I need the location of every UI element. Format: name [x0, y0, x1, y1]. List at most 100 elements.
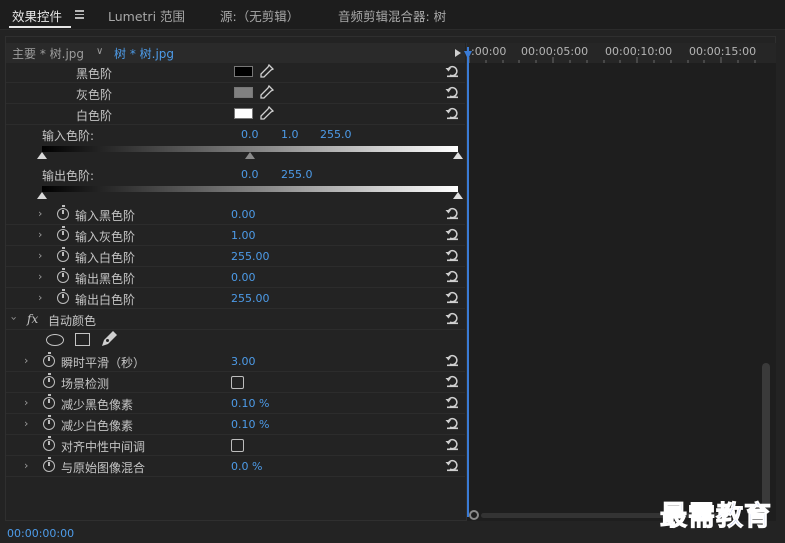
property-row-temporal-smoothing: › 瞬时平滑（秒） 3.00 [6, 351, 465, 372]
property-value[interactable]: 1.00 [231, 229, 256, 242]
chevron-right-icon[interactable]: › [24, 396, 28, 409]
stopwatch-icon[interactable] [43, 394, 55, 409]
effect-timeline[interactable]: :00:00 00:00:05:00 00:00:10:00 00:00:15:… [464, 43, 776, 521]
value-unit: % [252, 460, 263, 473]
property-value[interactable]: 0.00 [231, 208, 256, 221]
chevron-right-icon[interactable]: › [24, 354, 28, 367]
eyedropper-icon[interactable] [260, 106, 274, 120]
fx-badge[interactable]: fx [27, 312, 38, 326]
playhead[interactable] [464, 47, 472, 517]
play-triangle-icon[interactable] [455, 49, 461, 57]
output-levels-gradient [42, 186, 458, 192]
reset-icon[interactable] [445, 206, 459, 220]
property-value[interactable]: 0.00 [231, 271, 256, 284]
stopwatch-icon[interactable] [57, 247, 69, 262]
property-value[interactable]: 3.00 [231, 355, 256, 368]
chevron-right-icon[interactable]: › [38, 207, 42, 220]
property-label: 输入黑色阶 [75, 209, 136, 223]
zoom-handle[interactable] [469, 510, 479, 520]
chevron-right-icon[interactable]: › [24, 417, 28, 430]
black-color-swatch[interactable] [234, 66, 253, 77]
output-white-slider[interactable] [453, 192, 463, 199]
property-label: 输出黑色阶 [75, 272, 136, 286]
value-unit: % [259, 418, 270, 431]
reset-icon[interactable] [445, 248, 459, 262]
property-value[interactable]: 0.10 % [231, 418, 269, 431]
white-color-swatch[interactable] [234, 108, 253, 119]
sequence-clip-label[interactable]: 树 * 树.jpg [114, 45, 174, 62]
chevron-right-icon[interactable]: › [38, 249, 42, 262]
property-value[interactable]: 0.10 % [231, 397, 269, 410]
property-row-white-level: 白色阶 [6, 104, 465, 125]
input-white-value[interactable]: 255.0 [320, 128, 352, 141]
output-white-value[interactable]: 255.0 [281, 168, 313, 181]
property-value[interactable]: 255.00 [231, 250, 270, 263]
reset-icon[interactable] [445, 227, 459, 241]
value-unit: % [259, 397, 270, 410]
gray-color-swatch[interactable] [234, 87, 253, 98]
master-clip-label[interactable]: 主要 * 树.jpg [12, 45, 84, 62]
property-label: 场景检测 [61, 377, 110, 391]
time-ruler[interactable]: :00:00 00:00:05:00 00:00:10:00 00:00:15:… [467, 43, 776, 63]
property-label: 减少黑色像素 [61, 398, 134, 412]
input-gray-value[interactable]: 1.0 [281, 128, 299, 141]
tab-effect-controls[interactable]: 效果控件 [12, 6, 62, 25]
vertical-scrollbar[interactable] [762, 363, 770, 511]
stopwatch-icon[interactable] [57, 268, 69, 283]
reset-icon[interactable] [445, 458, 459, 472]
reset-icon[interactable] [445, 395, 459, 409]
value-number: 0.0 [231, 460, 249, 473]
property-label: 白色阶 [76, 109, 113, 123]
chevron-down-icon[interactable]: ∨ [96, 46, 103, 57]
property-row-scene-detect: 场景检测 [6, 372, 465, 393]
reset-icon[interactable] [445, 311, 459, 325]
pen-mask-icon[interactable] [100, 330, 118, 348]
property-row-blend-original: › 与原始图像混合 0.0 % [6, 456, 465, 477]
stopwatch-icon[interactable] [57, 205, 69, 220]
effect-header-auto-color[interactable]: › fx 自动颜色 [6, 309, 465, 330]
rectangle-mask-icon[interactable] [75, 333, 90, 346]
input-white-slider[interactable] [453, 152, 463, 159]
reset-icon[interactable] [445, 290, 459, 304]
output-black-value[interactable]: 0.0 [241, 168, 259, 181]
current-timecode[interactable]: 00:00:00:00 [7, 527, 74, 540]
eyedropper-icon[interactable] [260, 64, 274, 78]
input-black-slider[interactable] [37, 152, 47, 159]
property-row-output-black: › 输出黑色阶 0.00 [6, 267, 465, 288]
snap-neutral-checkbox[interactable] [231, 439, 244, 452]
stopwatch-icon[interactable] [43, 373, 55, 388]
playhead-handle[interactable] [464, 51, 472, 59]
eyedropper-icon[interactable] [260, 85, 274, 99]
stopwatch-icon[interactable] [43, 436, 55, 451]
stopwatch-icon[interactable] [57, 226, 69, 241]
property-label: 黑色阶 [76, 67, 113, 81]
chevron-right-icon[interactable]: › [24, 459, 28, 472]
property-value[interactable]: 0.0 % [231, 460, 262, 473]
reset-icon[interactable] [445, 437, 459, 451]
reset-icon[interactable] [445, 106, 459, 120]
panel-menu-icon[interactable] [75, 10, 84, 19]
reset-icon[interactable] [445, 374, 459, 388]
chevron-right-icon[interactable]: › [38, 270, 42, 283]
output-black-slider[interactable] [37, 192, 47, 199]
reset-icon[interactable] [445, 416, 459, 430]
stopwatch-icon[interactable] [57, 289, 69, 304]
chevron-right-icon[interactable]: › [38, 291, 42, 304]
input-black-value[interactable]: 0.0 [241, 128, 259, 141]
stopwatch-icon[interactable] [43, 457, 55, 472]
stopwatch-icon[interactable] [43, 352, 55, 367]
chevron-right-icon[interactable]: › [38, 228, 42, 241]
scene-detect-checkbox[interactable] [231, 376, 244, 389]
tab-lumetri-scopes[interactable]: Lumetri 范围 [108, 6, 185, 25]
tab-audio-clip-mixer[interactable]: 音频剪辑混合器: 树 [338, 6, 446, 25]
input-gray-slider[interactable] [245, 152, 255, 159]
stopwatch-icon[interactable] [43, 415, 55, 430]
property-value[interactable]: 255.00 [231, 292, 270, 305]
tab-source[interactable]: 源:（无剪辑） [220, 6, 299, 25]
reset-icon[interactable] [445, 353, 459, 367]
chevron-down-icon[interactable]: › [8, 316, 21, 320]
ellipse-mask-icon[interactable] [46, 334, 64, 346]
reset-icon[interactable] [445, 64, 459, 78]
reset-icon[interactable] [445, 85, 459, 99]
reset-icon[interactable] [445, 269, 459, 283]
